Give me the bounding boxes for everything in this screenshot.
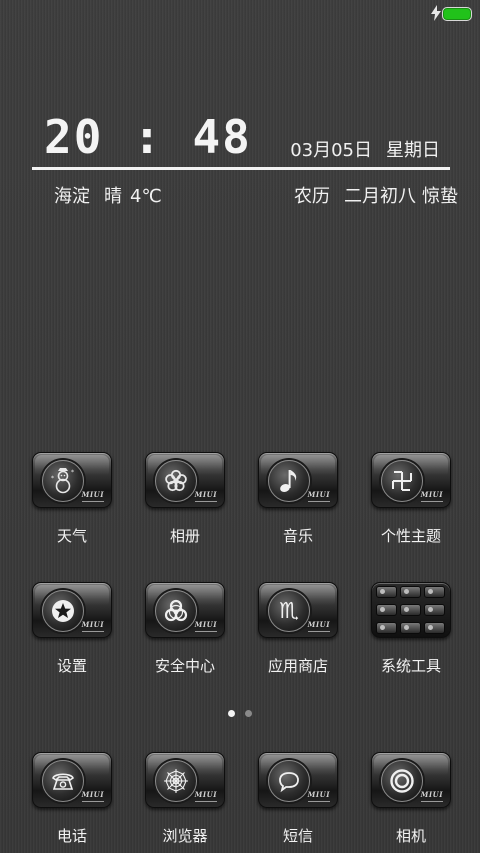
- clock-divider: [32, 167, 450, 170]
- weekday-text: 星期日: [386, 140, 440, 161]
- app-camera[interactable]: MIUI 相机: [356, 752, 466, 846]
- app-label: 天气: [56, 527, 87, 545]
- date-text: 03月05日: [290, 140, 372, 161]
- speech-bubble-icon: [279, 772, 299, 793]
- date-display: 03月05日 星期日: [290, 136, 440, 162]
- app-label: 相册: [169, 527, 200, 545]
- svg-text:*: *: [51, 475, 54, 482]
- app-phone[interactable]: MIUI 电话: [17, 752, 127, 846]
- app-browser[interactable]: MIUI 浏览器: [130, 752, 240, 846]
- app-music[interactable]: MIUI 音乐: [243, 452, 353, 546]
- app-messages[interactable]: MIUI 短信: [243, 752, 353, 846]
- folder-system-tools[interactable]: 系统工具: [356, 582, 466, 676]
- charging-icon: [431, 5, 441, 21]
- solar-term: 惊蛰: [422, 186, 458, 207]
- temperature-text: 4℃: [130, 186, 162, 207]
- scorpio-icon: ♏: [279, 599, 299, 624]
- location-text: 海淀: [54, 186, 90, 207]
- lunar-calendar: 农历 二月初八 惊蛰: [294, 182, 458, 208]
- app-icon-browser[interactable]: MIUI: [145, 752, 225, 808]
- app-label: 应用商店: [267, 657, 328, 675]
- flower-icon: [165, 469, 187, 492]
- music-note-icon: [280, 470, 297, 492]
- app-icon-music[interactable]: MIUI: [258, 452, 338, 508]
- app-themes[interactable]: MIUI 个性主题: [356, 452, 466, 546]
- svg-text:♏: ♏: [279, 599, 299, 624]
- page-dot-1[interactable]: [228, 710, 235, 717]
- app-security-center[interactable]: MIUI 安全中心: [130, 582, 240, 676]
- app-icon-camera[interactable]: MIUI: [371, 752, 451, 808]
- swastika-icon: [392, 471, 412, 491]
- app-icon-security[interactable]: MIUI: [145, 582, 225, 638]
- app-weather[interactable]: * * MIUI 天气: [17, 452, 127, 546]
- app-label: 短信: [282, 827, 313, 845]
- status-bar: [0, 0, 480, 26]
- app-store[interactable]: ♏ MIUI 应用商店: [243, 582, 353, 676]
- app-label: 音乐: [282, 527, 313, 545]
- app-icon-themes[interactable]: MIUI: [371, 452, 451, 508]
- app-label: 浏览器: [162, 827, 208, 845]
- app-label: 个性主题: [380, 527, 441, 545]
- app-icon-weather[interactable]: * * MIUI: [32, 452, 112, 508]
- lunar-label: 农历: [294, 186, 330, 207]
- star-icon: [52, 600, 74, 622]
- app-label: 相机: [395, 827, 426, 845]
- weather-text: 晴: [104, 186, 122, 207]
- lens-icon: [390, 769, 414, 793]
- app-icon-messages[interactable]: MIUI: [258, 752, 338, 808]
- app-icon-store[interactable]: ♏ MIUI: [258, 582, 338, 638]
- spiderweb-icon: [164, 769, 188, 793]
- app-settings[interactable]: MIUI 设置: [17, 582, 127, 676]
- lunar-date: 二月初八: [344, 186, 416, 207]
- app-label: 安全中心: [154, 657, 215, 675]
- weather-info[interactable]: 海淀晴 4℃: [54, 182, 162, 208]
- app-label: 电话: [56, 827, 87, 845]
- app-icon-phone[interactable]: MIUI: [32, 752, 112, 808]
- app-label: 设置: [56, 657, 87, 675]
- clock-time: 20 : 48: [44, 110, 252, 164]
- app-icon-gallery[interactable]: MIUI: [145, 452, 225, 508]
- app-label: 系统工具: [380, 657, 441, 675]
- page-dot-2[interactable]: [245, 710, 252, 717]
- folder-grid-icon[interactable]: [371, 582, 451, 638]
- svg-text:*: *: [71, 469, 74, 476]
- page-indicator[interactable]: [0, 702, 480, 717]
- snowman-icon: **: [51, 468, 74, 494]
- telephone-icon: [52, 773, 74, 790]
- app-icon-settings[interactable]: MIUI: [32, 582, 112, 638]
- app-gallery[interactable]: MIUI 相册: [130, 452, 240, 546]
- battery-icon: [442, 7, 472, 21]
- biohazard-icon: [164, 599, 188, 622]
